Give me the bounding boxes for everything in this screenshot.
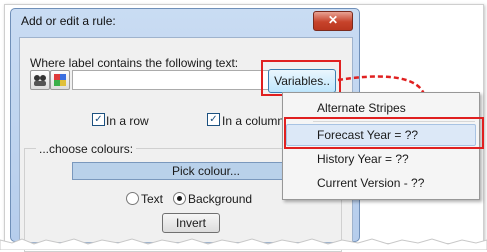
radio-background[interactable] — [173, 192, 186, 205]
radio-background-label: Background — [188, 192, 253, 206]
menu-item-alternate-stripes[interactable]: Alternate Stripes — [317, 101, 406, 115]
people-icon-button[interactable] — [30, 70, 50, 90]
contains-text-input[interactable] — [72, 70, 270, 90]
in-a-row-label: In a row — [106, 114, 149, 128]
menu-item-history-year[interactable]: History Year = ?? — [317, 152, 409, 166]
titlebar: Add or edit a rule: ✕ — [11, 9, 359, 33]
close-button[interactable]: ✕ — [313, 11, 353, 31]
in-a-row-checkbox[interactable]: ✓ — [92, 113, 105, 126]
radio-selected-dot — [177, 196, 182, 201]
menu-item-highlight — [284, 117, 484, 149]
menu-item-current-version[interactable]: Current Version - ?? — [317, 176, 424, 190]
label-contains-text: Where label contains the following text: — [30, 56, 239, 70]
torn-edge — [0, 238, 487, 250]
colour-swatch-button[interactable] — [50, 70, 70, 90]
radio-text-label: Text — [141, 192, 164, 206]
in-a-column-label: In a column — [222, 114, 285, 128]
radio-text[interactable] — [126, 192, 139, 205]
invert-button[interactable]: Invert — [162, 213, 220, 233]
colour-swatch-icon — [54, 74, 66, 86]
colours-label: ...choose colours: — [36, 142, 137, 156]
dialog-title: Add or edit a rule: — [21, 14, 116, 28]
variables-button[interactable]: Variables.. — [268, 69, 336, 93]
people-icon — [34, 75, 46, 86]
in-a-column-checkbox[interactable]: ✓ — [207, 113, 220, 126]
